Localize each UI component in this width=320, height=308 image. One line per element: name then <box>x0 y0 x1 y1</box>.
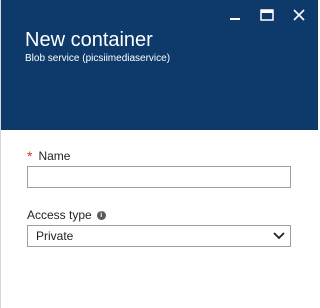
name-label: * Name <box>27 149 70 163</box>
close-icon <box>293 9 305 21</box>
maximize-icon <box>260 9 274 21</box>
access-type-select[interactable]: Private <box>27 225 291 247</box>
close-button[interactable] <box>288 6 310 24</box>
blade-title: New container <box>25 29 153 51</box>
window-controls <box>214 6 310 24</box>
access-type-label: Access type i <box>27 208 106 222</box>
name-label-text: Name <box>38 149 71 163</box>
blade-header: New container Blob service (picsiimedias… <box>1 0 318 130</box>
minimize-button[interactable] <box>224 6 246 24</box>
blade-subtitle: Blob service (picsiimediaservice) <box>25 53 171 64</box>
new-container-blade: New container Blob service (picsiimedias… <box>0 0 318 308</box>
minimize-icon <box>230 18 240 20</box>
name-input[interactable] <box>27 166 291 188</box>
info-icon[interactable]: i <box>96 210 106 220</box>
required-marker: * <box>27 148 33 164</box>
chevron-down-icon <box>268 226 290 246</box>
maximize-button[interactable] <box>256 6 278 24</box>
access-type-selected-value: Private <box>36 229 74 243</box>
access-type-label-text: Access type <box>27 208 92 222</box>
